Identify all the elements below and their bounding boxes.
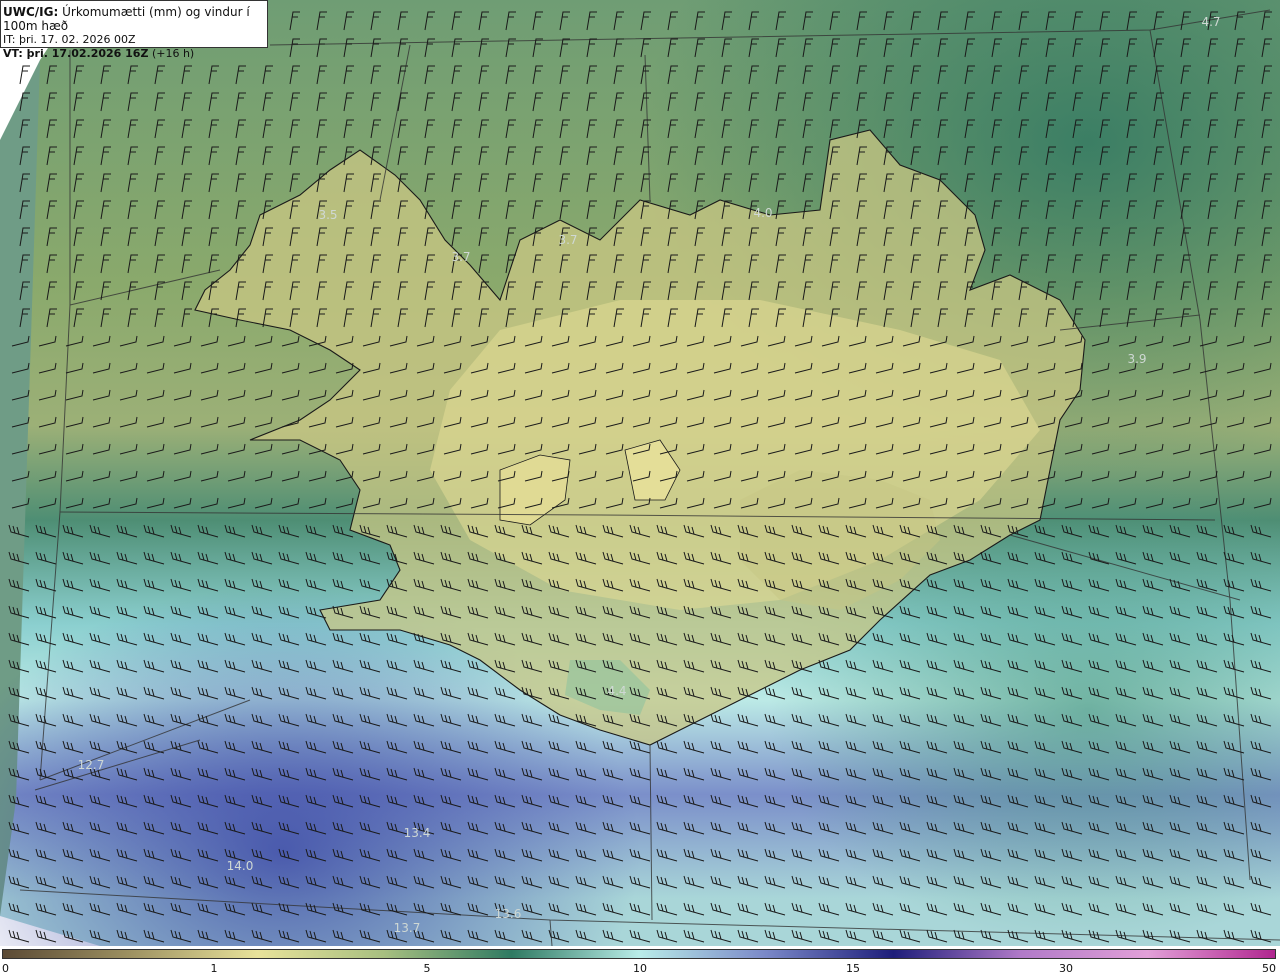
- legend-tick: 5: [423, 962, 431, 975]
- init-time: IT: þri. 17. 02. 2026 00Z: [3, 33, 136, 46]
- valid-time: VT: þri. 17.02.2026 16Z: [3, 47, 149, 60]
- legend-tick: 0: [2, 962, 9, 975]
- color-scale-bar: [2, 949, 1276, 959]
- map-value-label: 4.4: [607, 684, 626, 698]
- map-value-label: 4.0: [753, 206, 772, 220]
- legend-tick: 30: [1059, 962, 1073, 975]
- map-value-label: 3.5: [318, 208, 337, 222]
- map-value-label: 13.7: [394, 921, 421, 935]
- map-value-label: 3.9: [1127, 352, 1146, 366]
- legend-tick: 50: [1262, 962, 1276, 975]
- map-value-label: 12.7: [78, 758, 105, 772]
- legend-tick: 1: [210, 962, 218, 975]
- legend-tick: 10: [633, 962, 647, 975]
- map-value-label: 4.7: [1201, 15, 1220, 29]
- legend-tick: 15: [846, 962, 860, 975]
- color-legend: 0 1 5 10 15 30 50: [0, 946, 1280, 978]
- valid-offset: (+16 h): [151, 47, 195, 60]
- map-value-label: 13.6: [495, 907, 522, 921]
- map-value-label: 14.0: [227, 859, 254, 873]
- map-value-label: 3.7: [558, 233, 577, 247]
- map-value-label: 13.4: [404, 826, 431, 840]
- precipitation-map: 4.7 3.5 3.7 3.7 4.0 3.9 4.4 12.7 13.4 14.0 13.7 13.…: [0, 0, 1280, 947]
- model-name: UWC/IG:: [3, 5, 59, 19]
- map-value-label: 3.7: [451, 250, 470, 264]
- header-box: UWC/IG: Úrkomumætti (mm) og vindur í 100…: [0, 0, 268, 60]
